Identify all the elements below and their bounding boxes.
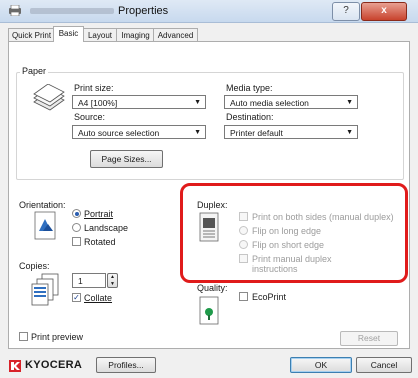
print-size-select[interactable]: A4 [100%] ▼ xyxy=(72,95,206,109)
help-button[interactable]: ? xyxy=(332,2,360,21)
paper-group-label: Paper xyxy=(20,66,49,76)
destination-label: Destination: xyxy=(226,112,274,122)
window-title: Properties xyxy=(118,5,169,17)
rotated-label[interactable]: Rotated xyxy=(84,237,116,247)
quality-label: Quality: xyxy=(197,283,228,293)
landscape-label[interactable]: Landscape xyxy=(84,223,128,233)
duplex-highlight-annotation xyxy=(180,183,408,283)
media-type-value: Auto media selection xyxy=(230,98,309,108)
printer-icon xyxy=(8,4,22,17)
destination-value: Printer default xyxy=(230,128,283,138)
portrait-radio[interactable] xyxy=(72,209,81,218)
rotated-checkbox[interactable] xyxy=(72,237,81,246)
kyocera-logo-mark xyxy=(9,360,21,372)
chevron-down-icon: ▼ xyxy=(194,99,201,106)
kyocera-brand-text: KYOCERA xyxy=(25,359,83,371)
profiles-button[interactable]: Profiles... xyxy=(96,357,156,373)
orientation-label: Orientation: xyxy=(19,200,66,210)
media-type-label: Media type: xyxy=(226,83,273,93)
blurred-printer-name xyxy=(30,8,114,14)
ecoprint-label[interactable]: EcoPrint xyxy=(252,292,286,302)
ok-button[interactable]: OK xyxy=(290,357,352,373)
paper-stack-icon xyxy=(30,83,66,114)
copies-stepper[interactable]: ▲ ▼ xyxy=(107,273,118,288)
tab-imaging[interactable]: Imaging xyxy=(116,28,155,42)
chevron-down-icon: ▼ xyxy=(194,129,201,136)
orientation-preview-icon xyxy=(34,211,58,241)
quality-preview-icon xyxy=(199,296,221,326)
tab-advanced[interactable]: Advanced xyxy=(153,28,198,42)
reset-button[interactable]: Reset xyxy=(340,331,398,346)
print-size-label: Print size: xyxy=(74,83,114,93)
copies-value: 1 xyxy=(78,276,83,286)
tab-layout[interactable]: Layout xyxy=(82,28,118,42)
tab-quick-print[interactable]: Quick Print xyxy=(8,28,55,42)
media-type-select[interactable]: Auto media selection ▼ xyxy=(224,95,358,109)
page-sizes-button[interactable]: Page Sizes... xyxy=(90,150,163,168)
ecoprint-checkbox[interactable] xyxy=(239,292,248,301)
landscape-radio[interactable] xyxy=(72,223,81,232)
portrait-label[interactable]: Portrait xyxy=(84,209,113,219)
copies-stack-icon xyxy=(30,273,62,307)
chevron-down-icon: ▼ xyxy=(346,99,353,106)
source-label: Source: xyxy=(74,112,106,122)
print-preview-checkbox[interactable] xyxy=(19,332,28,341)
collate-checkbox[interactable]: ✓ xyxy=(72,293,81,302)
destination-select[interactable]: Printer default ▼ xyxy=(224,125,358,139)
properties-window: Properties ? x Quick Print Basic Layout … xyxy=(0,0,418,378)
chevron-down-icon: ▼ xyxy=(346,129,353,136)
title-bar: Properties ? x xyxy=(0,0,418,23)
print-preview-label[interactable]: Print preview xyxy=(31,332,83,342)
collate-label[interactable]: Collate xyxy=(84,293,112,303)
copies-input[interactable]: 1 xyxy=(72,273,106,288)
source-select[interactable]: Auto source selection ▼ xyxy=(72,125,206,139)
tab-basic[interactable]: Basic xyxy=(53,26,84,42)
close-button[interactable]: x xyxy=(361,2,407,21)
cancel-button[interactable]: Cancel xyxy=(356,357,412,373)
print-size-value: A4 [100%] xyxy=(78,98,118,108)
copies-label: Copies: xyxy=(19,261,50,271)
source-value: Auto source selection xyxy=(78,128,160,138)
